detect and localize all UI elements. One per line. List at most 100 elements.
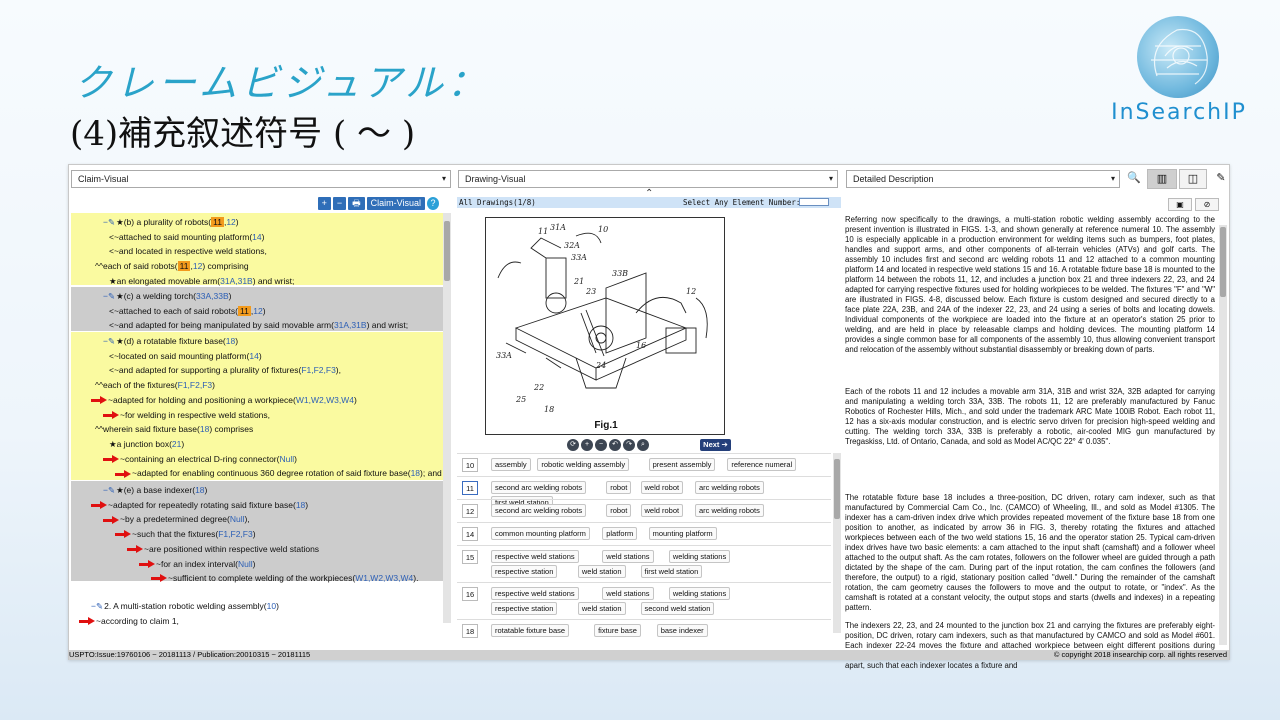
element-term-tag[interactable]: fixture base: [594, 624, 641, 637]
element-term-tag[interactable]: assembly: [491, 458, 531, 471]
reference-numeral[interactable]: Null: [230, 514, 245, 524]
edit-icon[interactable]: −✎: [103, 217, 115, 227]
reference-numeral[interactable]: 12: [253, 306, 262, 316]
element-term-tag[interactable]: respective station: [491, 602, 558, 615]
element-term-tag[interactable]: mounting platform: [648, 527, 717, 540]
element-term-tag[interactable]: robotic welding assembly: [537, 458, 630, 471]
element-term-tag[interactable]: second weld station: [640, 602, 715, 615]
element-term-tag[interactable]: arc welding robots: [695, 481, 764, 494]
reference-numeral[interactable]: 14: [249, 351, 258, 361]
element-term-tag[interactable]: robot: [606, 481, 632, 494]
collapse-button[interactable]: −: [332, 197, 347, 210]
reference-numeral[interactable]: F1,F2,F3: [301, 365, 335, 375]
search-icon[interactable]: 🔍: [1122, 169, 1146, 189]
element-term-tag[interactable]: base indexer: [656, 624, 708, 637]
reference-numeral[interactable]: 31A,31B: [220, 276, 253, 286]
expand-button[interactable]: +: [317, 197, 331, 210]
element-scrollbar[interactable]: [833, 453, 841, 633]
element-term-tag[interactable]: common mounting platform: [491, 527, 590, 540]
reference-numeral[interactable]: 31A,31B: [334, 320, 367, 330]
reference-numeral[interactable]: Null: [238, 559, 253, 569]
element-number[interactable]: 10: [462, 458, 478, 472]
claim-text: ); and: [420, 468, 442, 479]
reference-numeral[interactable]: 21: [172, 439, 181, 449]
reference-numeral[interactable]: 33A,33B: [196, 291, 229, 301]
reference-numeral[interactable]: F1,F2,F3: [218, 529, 252, 539]
element-term-tag[interactable]: second arc welding robots: [491, 481, 587, 494]
element-number[interactable]: 18: [462, 624, 478, 638]
element-term-tag[interactable]: respective station: [491, 565, 558, 578]
element-term-tag[interactable]: arc welding robots: [695, 504, 764, 517]
element-term-tag[interactable]: welding stations: [668, 587, 731, 600]
element-term-tag[interactable]: rotatable fixture base: [491, 624, 570, 637]
help-button[interactable]: ?: [427, 197, 439, 210]
reference-numeral[interactable]: 10: [267, 601, 276, 611]
svg-text:22: 22: [533, 383, 544, 392]
reference-numeral[interactable]: 18: [195, 485, 204, 495]
highlighted-numeral[interactable]: 11: [211, 217, 224, 227]
element-number-input[interactable]: [799, 198, 829, 206]
split-view-icon[interactable]: ◫: [1179, 169, 1207, 189]
element-term-tag[interactable]: weld robot: [640, 504, 684, 517]
edit-icon[interactable]: −✎: [103, 485, 115, 495]
highlighted-numeral[interactable]: 11: [177, 261, 191, 272]
next-button[interactable]: Next ➔: [700, 439, 731, 451]
link-toggle-icon[interactable]: ⊘: [1195, 198, 1219, 211]
element-term-tag[interactable]: respective weld stations: [491, 550, 579, 563]
description-scrollbar[interactable]: [1219, 225, 1227, 645]
print-button[interactable]: 🖶: [348, 197, 365, 210]
edit-icon[interactable]: −✎: [103, 291, 115, 301]
reference-numeral[interactable]: W1,W2,W3,W4: [296, 395, 354, 405]
highlighted-numeral[interactable]: 11: [238, 305, 251, 316]
zoom-out-icon[interactable]: −: [595, 439, 607, 451]
reference-numeral[interactable]: 18: [296, 500, 305, 510]
element-term-tag[interactable]: weld station: [577, 602, 626, 615]
element-number[interactable]: 15: [462, 550, 478, 564]
image-text-icon[interactable]: ▣: [1168, 198, 1192, 211]
right-view-select[interactable]: Detailed Description ▾: [846, 170, 1120, 188]
element-term-tag[interactable]: reference numeral: [727, 458, 797, 471]
claim-line: ~sufficient to complete welding of the w…: [151, 573, 418, 583]
element-number[interactable]: 14: [462, 527, 478, 541]
claims-scrollbar[interactable]: [443, 213, 451, 623]
element-term-tag[interactable]: platform: [602, 527, 638, 540]
rotate-left-icon[interactable]: ↶: [609, 439, 621, 451]
edit-icon[interactable]: −✎: [103, 336, 115, 346]
reference-numeral[interactable]: 18: [226, 336, 235, 346]
element-term-tag[interactable]: welding stations: [668, 550, 731, 563]
reference-numeral[interactable]: W1,W2,W3,W4: [355, 573, 413, 583]
mid-view-select[interactable]: Drawing-Visual ▾: [458, 170, 838, 188]
claim-line: −✎★(e) a base indexer(18): [103, 485, 207, 496]
element-term-tag[interactable]: weld robot: [640, 481, 684, 494]
element-number[interactable]: 16: [462, 587, 478, 601]
reference-numeral[interactable]: 12: [193, 261, 202, 271]
zoom-in-icon[interactable]: +: [581, 439, 593, 451]
reset-icon[interactable]: ⟳: [567, 439, 579, 451]
patent-drawing[interactable]: 11 31A 10 32A 33A 33B 12 33A 22 25 18 16 21 23 24 …: [485, 217, 725, 435]
claim-visual-button[interactable]: Claim-Visual: [366, 197, 425, 210]
left-view-select[interactable]: Claim-Visual ▾: [71, 170, 451, 188]
highlighter-icon[interactable]: ✎: [1209, 169, 1233, 189]
reference-numeral[interactable]: F1,F2,F3: [178, 380, 212, 390]
reference-numeral[interactable]: 12: [226, 217, 235, 227]
rotate-right-icon[interactable]: ↷: [623, 439, 635, 451]
reference-numeral[interactable]: Null: [279, 454, 294, 464]
edit-icon[interactable]: −✎: [91, 601, 103, 611]
reference-numeral[interactable]: 18: [411, 468, 420, 478]
element-term-tag[interactable]: weld stations: [602, 550, 654, 563]
element-term-tag[interactable]: respective weld stations: [491, 587, 579, 600]
reference-numeral[interactable]: 14: [252, 232, 261, 242]
element-term-tag[interactable]: robot: [606, 504, 632, 517]
magnify-icon[interactable]: ⌕: [637, 439, 649, 451]
element-term-tag[interactable]: second arc welding robots: [491, 504, 587, 517]
element-number[interactable]: 11: [462, 481, 478, 495]
element-term-tag[interactable]: weld stations: [602, 587, 654, 600]
claim-text: <~attached to said mounting platform(: [109, 231, 253, 242]
element-term-tag[interactable]: present assembly: [648, 458, 716, 471]
claim-element-block: −✎★(d) a rotatable fixture base(18) <~loc…: [71, 332, 443, 480]
element-number[interactable]: 12: [462, 504, 478, 518]
reference-numeral[interactable]: 18: [200, 424, 209, 434]
two-column-icon[interactable]: ▥: [1147, 169, 1177, 189]
element-term-tag[interactable]: first weld station: [640, 565, 703, 578]
element-term-tag[interactable]: weld station: [577, 565, 626, 578]
